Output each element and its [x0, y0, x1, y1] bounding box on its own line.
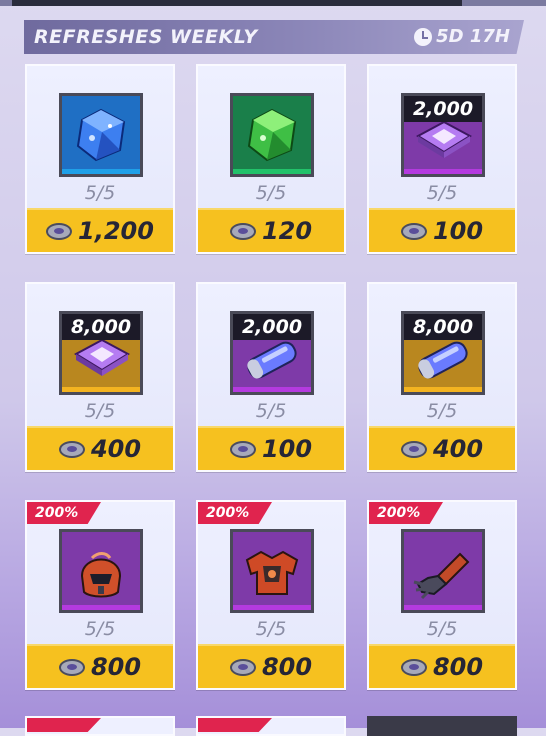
bonus-badge: 200%	[27, 502, 101, 524]
rarity-bar	[404, 387, 482, 392]
clock-icon	[414, 27, 433, 46]
shop-item-card[interactable]: 5/5 1,200	[25, 64, 175, 254]
purchase-count: 5/5	[84, 400, 116, 422]
shop-item-card-partial[interactable]	[196, 716, 346, 736]
price-value: 100	[432, 217, 484, 245]
item-icon-frame	[230, 529, 314, 613]
shop-item-card[interactable]: 200% 5/5 800	[25, 500, 175, 690]
purchase-count: 5/5	[255, 400, 287, 422]
shop-item-card[interactable]: 2,000 5/5 100	[367, 64, 517, 254]
blue-cube-icon	[76, 108, 126, 162]
item-icon-frame	[401, 529, 485, 613]
top-strip-left	[0, 0, 12, 6]
refresh-timer: 5D 17H	[414, 26, 510, 47]
item-icon-frame: 8,000	[59, 311, 143, 395]
purchase-count: 5/5	[84, 182, 116, 204]
price-value: 100	[261, 435, 313, 463]
purchase-count: 5/5	[84, 618, 116, 640]
rarity-bar	[233, 605, 311, 610]
buy-button[interactable]: 120	[198, 208, 344, 252]
coin-icon	[400, 440, 427, 458]
shop-item-card[interactable]: 200% 5/5 800	[367, 500, 517, 690]
coin-icon	[400, 658, 427, 676]
purchase-count: 5/5	[426, 400, 458, 422]
bonus-badge: 200%	[198, 502, 272, 524]
price-value: 800	[261, 653, 313, 681]
shop-item-card-partial[interactable]	[25, 716, 175, 736]
item-quantity: 8,000	[404, 314, 482, 340]
buy-button[interactable]: 1,200	[27, 208, 173, 252]
buy-button[interactable]: 800	[27, 644, 173, 688]
shop-item-card[interactable]: 8,000 5/5 400	[367, 282, 517, 472]
item-icon-frame	[230, 93, 314, 177]
coin-icon	[400, 222, 427, 240]
coin-icon	[229, 658, 256, 676]
buy-button[interactable]: 100	[369, 208, 515, 252]
top-strip	[0, 0, 546, 6]
gauntlet-icon	[413, 552, 470, 600]
helmet-icon	[80, 552, 122, 598]
bonus-badge-partial	[198, 718, 272, 732]
shop-item-card-partial[interactable]	[367, 716, 517, 736]
item-quantity: 8,000	[62, 314, 140, 340]
top-strip-right	[462, 0, 546, 6]
purchase-count: 5/5	[426, 182, 458, 204]
purchase-count: 5/5	[255, 182, 287, 204]
price-value: 400	[432, 435, 484, 463]
item-quantity: 2,000	[404, 96, 482, 122]
price-value: 1,200	[78, 217, 154, 245]
section-title: REFRESHES WEEKLY	[34, 26, 258, 48]
rarity-bar	[62, 169, 140, 174]
rarity-bar	[62, 387, 140, 392]
item-icon-frame	[59, 93, 143, 177]
item-icon-frame: 8,000	[401, 311, 485, 395]
item-icon-frame	[59, 529, 143, 613]
shop-item-card[interactable]: 5/5 120	[196, 64, 346, 254]
shop-item-card[interactable]: 200% 5/5 800	[196, 500, 346, 690]
section-header: REFRESHES WEEKLY 5D 17H	[24, 20, 524, 54]
bonus-badge: 200%	[369, 502, 443, 524]
price-value: 120	[261, 217, 313, 245]
coin-icon	[229, 440, 256, 458]
rarity-bar	[233, 387, 311, 392]
item-icon-frame: 2,000	[401, 93, 485, 177]
timer-text: 5D 17H	[436, 26, 510, 47]
coin-icon	[46, 222, 73, 240]
rarity-bar	[404, 605, 482, 610]
buy-button[interactable]: 800	[198, 644, 344, 688]
rarity-bar	[404, 169, 482, 174]
coin-icon	[58, 658, 85, 676]
price-value: 800	[90, 653, 142, 681]
rarity-bar	[233, 169, 311, 174]
buy-button[interactable]: 400	[27, 426, 173, 470]
item-quantity: 2,000	[233, 314, 311, 340]
buy-button[interactable]: 800	[369, 644, 515, 688]
shop-item-card[interactable]: 2,000 5/5 100	[196, 282, 346, 472]
coin-icon	[229, 222, 256, 240]
price-value: 400	[90, 435, 142, 463]
buy-button[interactable]: 400	[369, 426, 515, 470]
purchase-count: 5/5	[255, 618, 287, 640]
shop-item-card[interactable]: 8,000 5/5 400	[25, 282, 175, 472]
chest-armor-icon	[245, 550, 299, 595]
green-cube-icon	[247, 108, 297, 162]
purchase-count: 5/5	[426, 618, 458, 640]
coin-icon	[58, 440, 85, 458]
item-icon-frame: 2,000	[230, 311, 314, 395]
rarity-bar	[62, 605, 140, 610]
bonus-badge-partial	[27, 718, 101, 732]
buy-button[interactable]: 100	[198, 426, 344, 470]
price-value: 800	[432, 653, 484, 681]
